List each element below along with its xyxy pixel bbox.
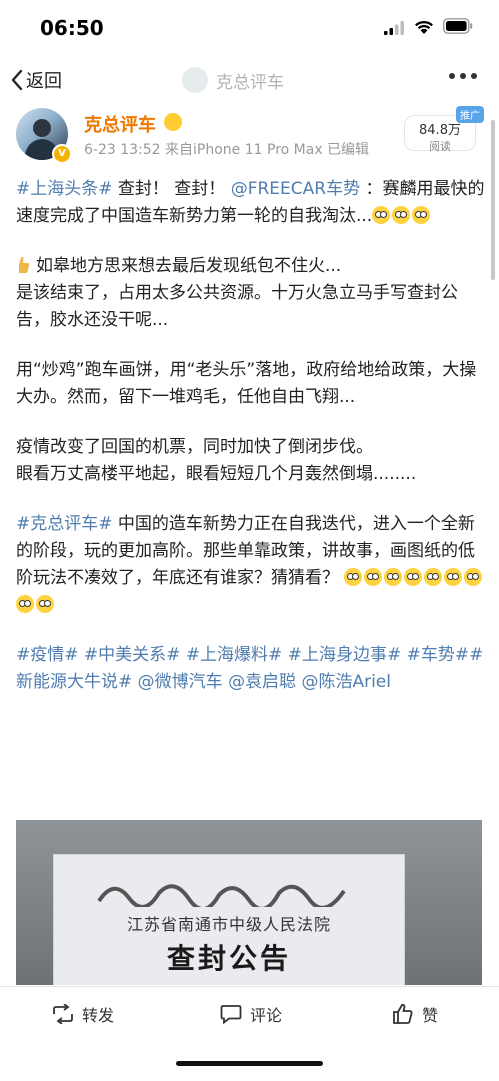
paragraph-2: 如皋地方思来想去最后发现纸包不住火... 是该结束了，占用太多公共资源。十万火急… xyxy=(16,253,486,334)
handwriting-scribble xyxy=(97,884,346,907)
post-source: 来自iPhone 11 Pro Max xyxy=(165,142,323,158)
read-label: 阅读 xyxy=(429,140,451,153)
emoji-icon xyxy=(372,206,391,224)
tags-paragraph: #疫情# #中美关系# #上海爆料# #上海身边事# #车势##新能源大牛说# … xyxy=(16,642,486,696)
hashtag-link[interactable]: #中美关系# xyxy=(84,645,181,665)
mention-link[interactable]: @袁启聪 xyxy=(228,672,296,692)
back-button[interactable]: 返回 xyxy=(10,66,62,94)
paragraph-5: #克总评车# 中国的造车新势力正在自我迭代，进入一个全新的阶段，玩的更加高阶。那… xyxy=(16,511,486,619)
emoji-icon xyxy=(412,206,431,224)
thumbs-up-icon xyxy=(393,1004,413,1024)
nav-title: 克总评车 xyxy=(182,66,284,94)
post-image[interactable]: 江苏省南通市中级人民法院 查封公告 xyxy=(16,820,482,985)
edited-label: 已编辑 xyxy=(327,142,370,158)
emoji-icon xyxy=(424,568,443,586)
hashtag-link[interactable]: #上海身边事# xyxy=(288,645,402,665)
emoji-icon xyxy=(36,595,54,613)
hashtag-link[interactable]: #上海头条# xyxy=(16,179,113,199)
post-meta: 6-23 13:52 来自iPhone 11 Pro Max 已编辑 xyxy=(84,139,369,159)
repost-label: 转发 xyxy=(82,1006,115,1025)
paragraph-1: #上海头条# 查封！ 查封！ @FREECAR车势 ：赛麟用最快的速度完成了中国… xyxy=(16,176,486,230)
post-text: 疫情改变了回国的机票，同时加快了倒闭步伐。 xyxy=(16,437,373,457)
post-date: 6-23 13:52 xyxy=(84,142,161,158)
fan-emoji-icon xyxy=(164,113,182,131)
like-label: 赞 xyxy=(422,1006,439,1025)
repost-button[interactable]: 转发 xyxy=(52,1001,114,1027)
battery-icon xyxy=(443,18,473,34)
paragraph-4: 疫情改变了回国的机票，同时加快了倒闭步伐。 眼看万丈高楼平地起，眼看短短几个月轰… xyxy=(16,434,486,488)
emoji-icon xyxy=(464,568,483,586)
emoji-icon xyxy=(392,206,411,224)
nav-title-text: 克总评车 xyxy=(216,72,284,93)
hashtag-link[interactable]: #上海爆料# xyxy=(186,645,283,665)
like-button[interactable]: 赞 xyxy=(392,1001,438,1027)
comment-icon xyxy=(220,1005,242,1024)
nav-bar: 返回 克总评车 xyxy=(0,56,499,104)
status-time: 06:50 xyxy=(40,16,104,40)
emoji-icon xyxy=(444,568,463,586)
comment-label: 评论 xyxy=(250,1006,283,1025)
status-bar: 06:50 xyxy=(0,0,499,56)
hashtag-link[interactable]: #克总评车# xyxy=(16,514,113,534)
scrollbar[interactable] xyxy=(491,120,495,280)
chevron-left-icon xyxy=(11,69,23,91)
mention-link[interactable]: @微博汽车 xyxy=(138,672,223,692)
notice-title: 查封公告 xyxy=(166,942,291,975)
nav-avatar xyxy=(182,67,208,93)
comment-button[interactable]: 评论 xyxy=(220,1001,282,1027)
emoji-icon xyxy=(384,568,403,586)
home-indicator[interactable] xyxy=(176,1061,323,1066)
emoji-icon xyxy=(16,595,34,613)
more-icon[interactable] xyxy=(448,72,478,80)
post-text: 查封！ 查封！ xyxy=(112,179,226,199)
hashtag-link[interactable]: #疫情# xyxy=(16,645,79,665)
emoji-icon xyxy=(344,568,363,586)
wifi-icon xyxy=(415,20,433,34)
emoji-icon xyxy=(364,568,383,586)
post-text: 是该结束了，占用太多公共资源。十万火急立马手写查封公告，胶水还没干呢... xyxy=(16,283,458,330)
notice-paper: 江苏省南通市中级人民法院 查封公告 xyxy=(54,855,404,985)
mention-link[interactable]: @FREECAR车势 xyxy=(231,179,360,199)
thumbs-up-emoji-icon xyxy=(19,256,30,273)
emoji-icon xyxy=(404,568,423,586)
author-name[interactable]: 克总评车 xyxy=(84,111,156,137)
paragraph-3: 用“炒鸡”跑车画饼，用“老头乐”落地，政府给地给政策，大操大办。然而，留下一堆鸡… xyxy=(16,357,486,411)
court-name: 江苏省南通市中级人民法院 xyxy=(126,915,331,934)
back-label: 返回 xyxy=(26,71,62,92)
promote-badge[interactable]: 推广 xyxy=(456,106,484,123)
post-text: 用“炒鸡”跑车画饼，用“老头乐”落地，政府给地给政策，大操大办。然而，留下一堆鸡… xyxy=(16,360,477,407)
post-body: #上海头条# 查封！ 查封！ @FREECAR车势 ：赛麟用最快的速度完成了中国… xyxy=(16,176,486,696)
action-bar: 转发 评论 赞 xyxy=(0,986,499,1081)
cellular-signal-icon xyxy=(384,21,404,35)
repost-icon xyxy=(53,1004,73,1024)
post-text: 如皋地方思来想去最后发现纸包不住火... xyxy=(36,256,342,276)
post-text: 眼看万丈高楼平地起，眼看短短几个月轰然倒塌........ xyxy=(16,464,417,484)
mention-link[interactable]: @陈浩Ariel xyxy=(301,672,391,692)
verified-badge-icon: V xyxy=(52,144,72,164)
